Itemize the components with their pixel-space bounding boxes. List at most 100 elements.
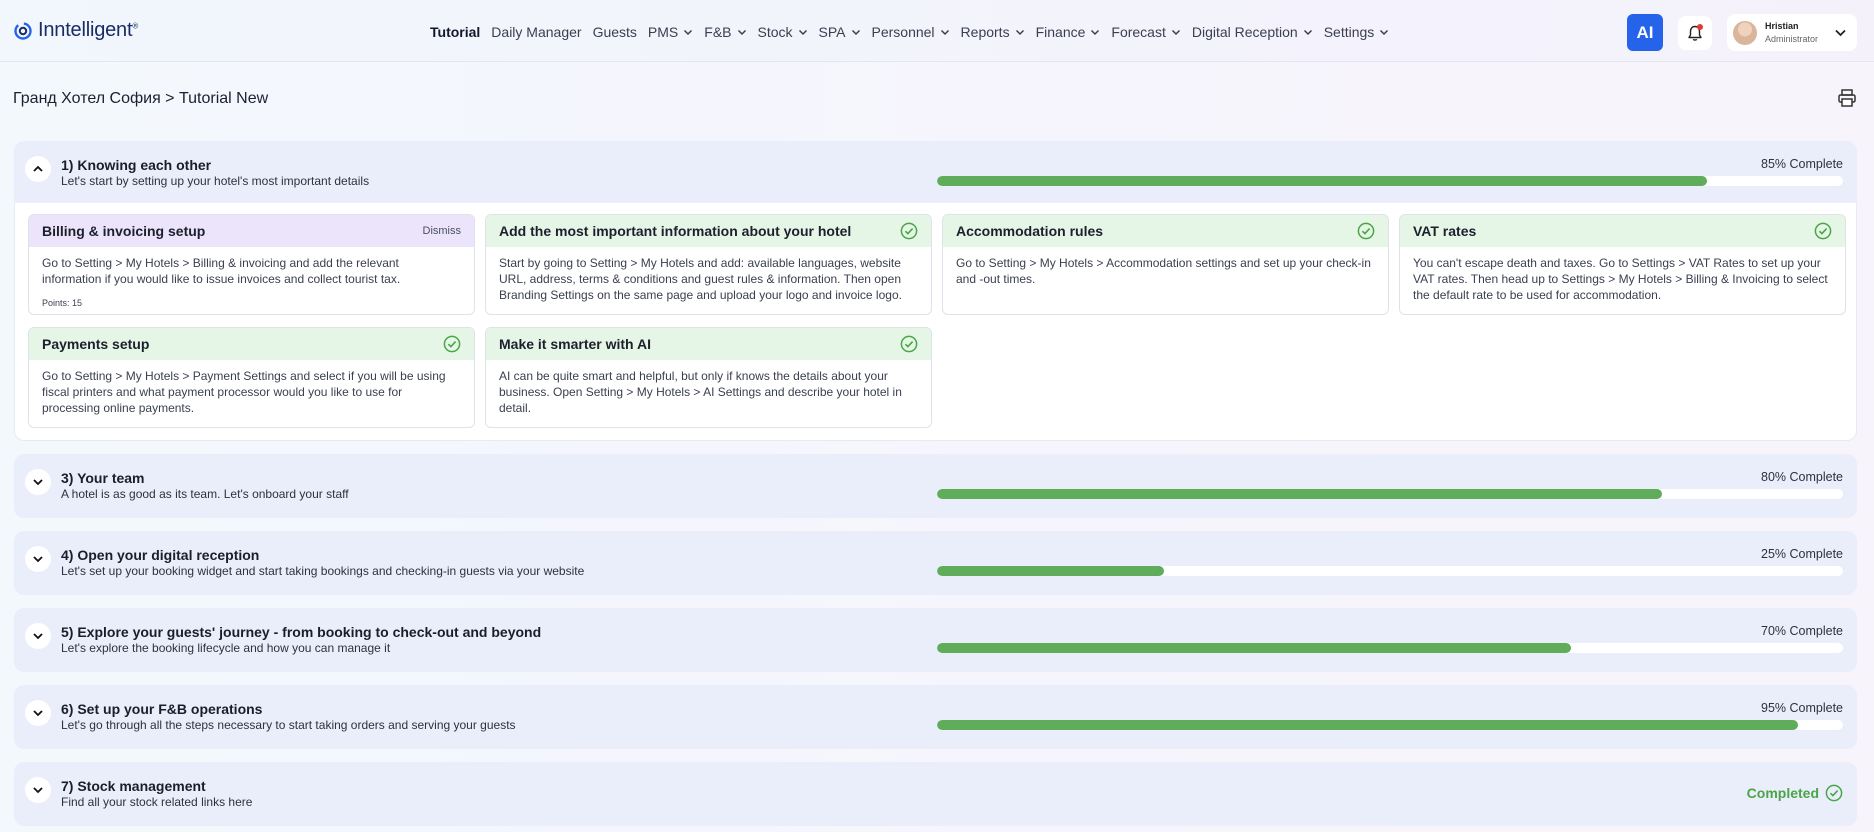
- expand-toggle[interactable]: [25, 623, 51, 649]
- nav-settings[interactable]: Settings: [1324, 24, 1390, 40]
- nav-finance[interactable]: Finance: [1036, 24, 1101, 40]
- card-title: Make it smarter with AI: [499, 336, 651, 352]
- check-circle-icon: [900, 222, 918, 240]
- task-card-hotel-info: Add the most important information about…: [485, 214, 932, 315]
- expand-toggle[interactable]: [25, 469, 51, 495]
- nav-label: Personnel: [871, 24, 935, 40]
- expand-toggle[interactable]: [25, 546, 51, 572]
- section-stock-management: 7) Stock management Find all your stock …: [14, 762, 1857, 826]
- card-title: Add the most important information about…: [499, 223, 852, 239]
- chevron-down-icon: [1171, 29, 1180, 36]
- card-body: Go to Setting > My Hotels > Accommodatio…: [943, 247, 1388, 287]
- card-header: Payments setup: [29, 328, 474, 360]
- chevron-down-icon: [33, 556, 43, 563]
- card-body: Go to Setting > My Hotels > Payment Sett…: [29, 360, 474, 416]
- card-description: Go to Setting > My Hotels > Billing & in…: [42, 256, 401, 286]
- nav-label: Daily Manager: [491, 24, 582, 40]
- section-header[interactable]: 6) Set up your F&B operations Let's go t…: [14, 685, 1857, 747]
- progress-fill: [937, 176, 1708, 186]
- chevron-down-icon: [1015, 29, 1024, 36]
- card-body: You can't escape death and taxes. Go to …: [1400, 247, 1845, 303]
- collapse-toggle[interactable]: [25, 156, 51, 182]
- logo-text: Inntelligent®: [38, 19, 139, 41]
- check-circle-icon: [1825, 784, 1843, 802]
- nav-label: Settings: [1323, 24, 1375, 40]
- nav-tutorial[interactable]: Tutorial: [430, 24, 480, 40]
- notifications-button[interactable]: [1678, 16, 1712, 50]
- task-card-ai: Make it smarter with AI AI can be quite …: [485, 327, 932, 428]
- completed-label: Completed: [1746, 785, 1819, 801]
- card-header: Make it smarter with AI: [486, 328, 931, 360]
- progress-fill: [937, 489, 1662, 499]
- app-logo[interactable]: Inntelligent®: [13, 19, 138, 42]
- check-circle-icon: [1814, 222, 1832, 240]
- progress-label: 70% Complete: [1761, 624, 1843, 638]
- nav-fnb[interactable]: F&B: [704, 24, 746, 40]
- progress-bar: [937, 720, 1843, 730]
- chevron-down-icon: [798, 29, 807, 36]
- progress-bar: [937, 643, 1843, 653]
- logo-icon: [14, 21, 32, 40]
- section-fnb-operations: 6) Set up your F&B operations Let's go t…: [14, 685, 1857, 749]
- nav-pms[interactable]: PMS: [648, 24, 693, 40]
- card-description: You can't escape death and taxes. Go to …: [1413, 256, 1828, 302]
- dismiss-button[interactable]: Dismiss: [423, 225, 462, 237]
- section-subtitle: Let's go through all the steps necessary…: [61, 718, 516, 732]
- progress-label: 85% Complete: [1761, 157, 1843, 171]
- nav-daily-manager[interactable]: Daily Manager: [491, 24, 581, 40]
- progress-bar: [937, 489, 1843, 499]
- section-header[interactable]: 3) Your team A hotel is as good as its t…: [14, 454, 1857, 516]
- nav-reports[interactable]: Reports: [961, 24, 1025, 40]
- user-name: Hristian: [1765, 20, 1799, 31]
- user-info: Hristian Administrator: [1765, 20, 1818, 46]
- chevron-down-icon: [1091, 29, 1100, 36]
- card-header: Add the most important information about…: [486, 215, 931, 247]
- section-header[interactable]: 7) Stock management Find all your stock …: [14, 762, 1857, 824]
- nav-guests[interactable]: Guests: [593, 24, 637, 40]
- chevron-down-icon: [33, 710, 43, 717]
- chevron-down-icon: [33, 633, 43, 640]
- card-header: Billing & invoicing setup Dismiss: [29, 215, 474, 247]
- completed-badge: Completed: [1747, 784, 1843, 802]
- section-header[interactable]: 4) Open your digital reception Let's set…: [14, 531, 1857, 593]
- nav-digital-reception[interactable]: Digital Reception: [1192, 24, 1313, 40]
- progress-bar: [937, 566, 1843, 576]
- nav-stock[interactable]: Stock: [758, 24, 808, 40]
- card-description: Start by going to Setting > My Hotels an…: [499, 256, 902, 302]
- expand-toggle[interactable]: [25, 777, 51, 803]
- card-body: Start by going to Setting > My Hotels an…: [486, 247, 931, 303]
- nav-label: Digital Reception: [1191, 24, 1298, 40]
- task-card-billing: Billing & invoicing setup Dismiss Go to …: [28, 214, 475, 315]
- section-header[interactable]: 1) Knowing each other Let's start by set…: [14, 141, 1857, 203]
- nav-label: Tutorial: [430, 24, 481, 40]
- section-guests-journey: 5) Explore your guests' journey - from b…: [14, 608, 1857, 672]
- nav-label: Stock: [757, 24, 793, 40]
- progress-fill: [937, 566, 1164, 576]
- user-role: Administrator: [1765, 33, 1819, 44]
- progress-label: 80% Complete: [1761, 470, 1843, 484]
- card-body: Go to Setting > My Hotels > Billing & in…: [29, 247, 474, 311]
- progress-label: 95% Complete: [1761, 701, 1843, 715]
- expand-toggle[interactable]: [25, 700, 51, 726]
- nav-spa[interactable]: SPA: [819, 24, 861, 40]
- print-icon[interactable]: [1837, 88, 1857, 108]
- nav-personnel[interactable]: Personnel: [872, 24, 950, 40]
- progress-fill: [937, 643, 1572, 653]
- section-subtitle: Let's start by setting up your hotel's m…: [61, 174, 370, 188]
- breadcrumb: Гранд Хотел София > Tutorial New: [13, 90, 269, 107]
- notification-dot: [1697, 24, 1703, 30]
- section-title: 6) Set up your F&B operations: [61, 701, 263, 717]
- ai-assistant-button[interactable]: AI: [1627, 14, 1663, 51]
- chevron-down-icon: [684, 29, 693, 36]
- check-circle-icon: [1357, 222, 1375, 240]
- section-knowing-each-other: 1) Knowing each other Let's start by set…: [14, 141, 1857, 441]
- section-header[interactable]: 5) Explore your guests' journey - from b…: [14, 608, 1857, 670]
- user-menu[interactable]: Hristian Administrator: [1727, 14, 1857, 51]
- section-subtitle: Let's set up your booking widget and sta…: [61, 564, 585, 578]
- card-title: Accommodation rules: [956, 223, 1104, 239]
- nav-forecast[interactable]: Forecast: [1111, 24, 1180, 40]
- section-title: 3) Your team: [61, 470, 145, 486]
- chevron-down-icon: [940, 29, 949, 36]
- section-title: 7) Stock management: [61, 778, 206, 794]
- card-title: Billing & invoicing setup: [42, 223, 206, 239]
